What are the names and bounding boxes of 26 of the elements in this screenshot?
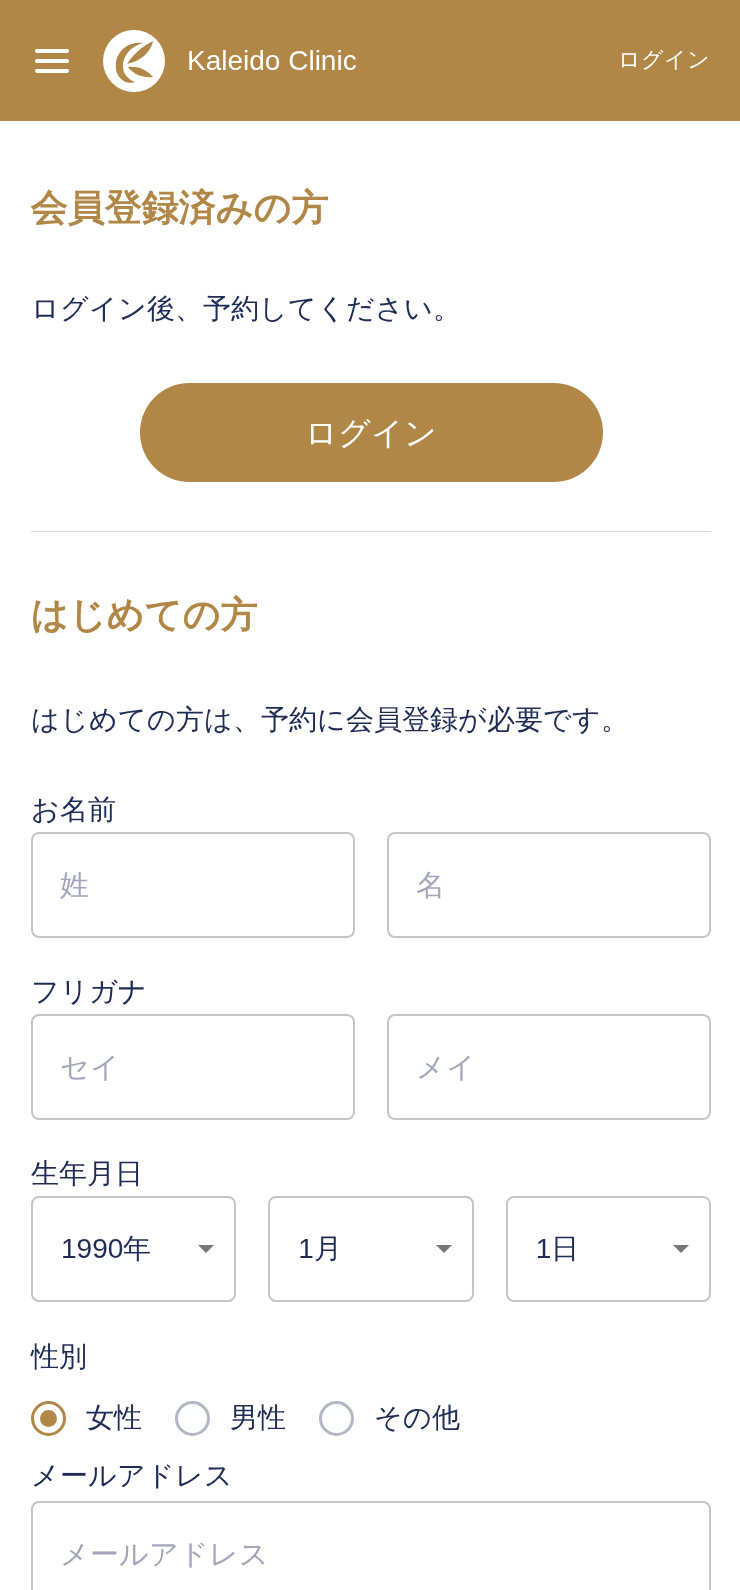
input-field[interactable]: セイ: [31, 1014, 355, 1120]
date-dropdown[interactable]: 1月: [268, 1196, 474, 1302]
input-field[interactable]: 名: [387, 832, 711, 938]
radio-option[interactable]: 男性: [175, 1398, 286, 1438]
logo-icon: [103, 29, 165, 92]
section-heading: はじめての方: [31, 593, 259, 637]
menu-icon[interactable]: [35, 48, 69, 73]
caret-icon: [435, 1245, 452, 1253]
field-label: メールアドレス: [31, 1459, 234, 1493]
instruction-text: ログイン後、予約してください。: [31, 292, 462, 326]
field-label: 生年月日: [31, 1157, 144, 1191]
caret-icon: [673, 1245, 689, 1253]
radio-option[interactable]: その他: [319, 1398, 460, 1438]
field-label: お名前: [31, 793, 117, 827]
brand-name: Kaleido Clinic: [187, 43, 357, 78]
field-label: 性別: [31, 1340, 88, 1374]
input-field[interactable]: 姓: [31, 832, 355, 938]
input-field[interactable]: メールアドレス: [31, 1501, 711, 1590]
input-field[interactable]: メイ: [387, 1014, 711, 1120]
date-dropdown[interactable]: 1990年: [31, 1196, 237, 1302]
field-label: フリガナ: [31, 975, 148, 1009]
instruction-text: はじめての方は、予約に会員登録が必要です。: [31, 703, 630, 737]
date-dropdown[interactable]: 1日: [505, 1196, 711, 1302]
radio-option[interactable]: 女性: [31, 1398, 142, 1438]
section-heading: 会員登録済みの方: [31, 186, 330, 230]
caret-icon: [198, 1245, 215, 1253]
